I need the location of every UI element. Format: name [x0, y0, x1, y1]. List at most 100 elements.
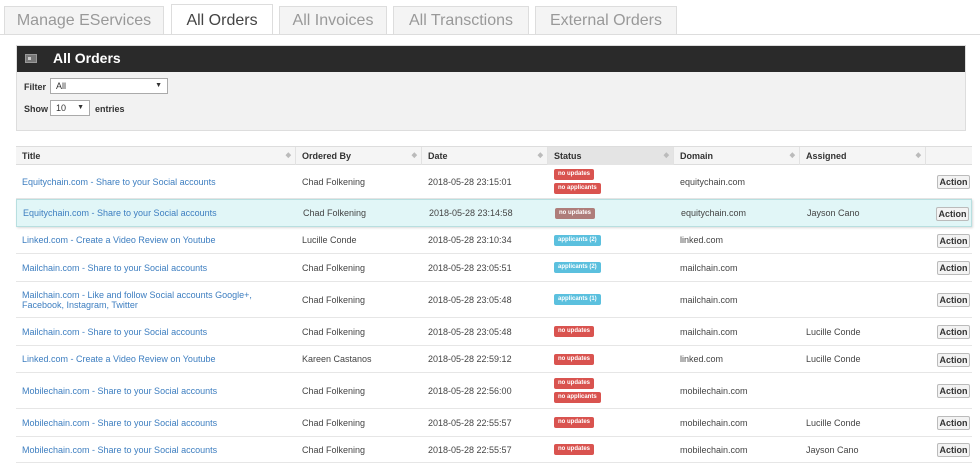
- chevron-down-icon: ▼: [77, 104, 84, 111]
- chevron-down-icon: ▼: [155, 82, 162, 89]
- ordered-by-cell: Chad Folkening: [302, 176, 366, 187]
- date-cell: 2018-05-28 22:59:12: [428, 354, 512, 364]
- sort-icon: ◆: [411, 152, 417, 159]
- order-title-link[interactable]: Linked.com - Create a Video Review on Yo…: [16, 346, 286, 372]
- table-header: Title ◆ Ordered By ◆ Date ◆ Status ◆ Domain ◆…: [16, 146, 972, 165]
- status-badge: no updates: [554, 353, 595, 365]
- entries-select[interactable]: 10 ▼: [50, 100, 90, 116]
- action-button[interactable]: Action: [937, 443, 970, 457]
- column-title-label: Title: [22, 151, 41, 161]
- tab-external-orders[interactable]: External Orders: [535, 6, 677, 34]
- table-row[interactable]: Mobilechain.com - Share to your Social a…: [16, 373, 972, 409]
- status-cell: no updates: [548, 437, 674, 462]
- status-badge: no updates: [555, 207, 596, 219]
- status-badge: no updates: [554, 417, 595, 428]
- domain-cell: equitychain.com: [681, 208, 747, 218]
- status-badges: applicants (2): [554, 262, 601, 273]
- domain-cell: mobilechain.com: [680, 444, 748, 455]
- ordered-by-cell: Chad Folkening: [303, 208, 367, 218]
- ordered-by-cell: Chad Folkening: [302, 262, 366, 273]
- entries-select-value: 10: [56, 103, 67, 113]
- assigned-cell: [800, 373, 926, 408]
- order-title-link[interactable]: Mobilechain.com - Share to your Social a…: [16, 373, 286, 408]
- ordered-by-cell: Chad Folkening: [302, 444, 366, 455]
- status-badges: no updates: [554, 417, 595, 428]
- table-row[interactable]: Mobilechain.com - Share to your Social a…: [16, 409, 972, 437]
- status-cell: no updates: [548, 346, 674, 372]
- table-row[interactable]: Mailchain.com - Like and follow Social a…: [16, 282, 972, 318]
- filter-select-value: All: [56, 81, 67, 91]
- action-button[interactable]: Action: [937, 384, 970, 398]
- status-badge: no updates: [554, 444, 595, 455]
- column-ordered-by[interactable]: Ordered By ◆: [296, 147, 422, 165]
- order-title-link[interactable]: Mailchain.com - Like and follow Social a…: [16, 282, 286, 317]
- action-button[interactable]: Action: [937, 233, 970, 248]
- date-cell: 2018-05-28 23:05:48: [428, 294, 512, 305]
- status-cell: no updates: [548, 409, 674, 436]
- column-status-label: Status: [554, 151, 582, 161]
- orders-panel: All Orders Filter All ▼ Show 10 ▼ entrie…: [16, 45, 966, 131]
- status-badges: no updates: [554, 326, 595, 337]
- action-button[interactable]: Action: [937, 175, 970, 189]
- tab-all-orders[interactable]: All Orders: [171, 4, 273, 35]
- column-domain[interactable]: Domain ◆: [674, 147, 800, 165]
- order-title-link[interactable]: Mailchain.com - Share to your Social acc…: [16, 254, 286, 281]
- assigned-cell: Jayson Cano: [806, 444, 859, 455]
- status-badge: no updates: [554, 326, 595, 337]
- order-title-link[interactable]: Mobilechain.com - Share to your Social a…: [16, 409, 286, 436]
- column-date-label: Date: [428, 151, 448, 161]
- sort-icon: ◆: [789, 152, 795, 159]
- order-title-link[interactable]: Linked.com - Create a Video Review on Yo…: [16, 227, 286, 253]
- ordered-by-cell: Lucille Conde: [302, 235, 357, 245]
- order-title-link[interactable]: Mobilechain.com - Share to your Social a…: [16, 437, 286, 462]
- date-cell: 2018-05-28 22:56:00: [428, 385, 512, 396]
- domain-cell: equitychain.com: [680, 176, 746, 187]
- action-button[interactable]: Action: [937, 325, 970, 339]
- order-title-link[interactable]: Equitychain.com - Share to your Social a…: [17, 200, 287, 226]
- action-button[interactable]: Action: [937, 352, 970, 367]
- status-badges: no updates no applicants: [554, 169, 601, 194]
- column-status[interactable]: Status ◆: [548, 147, 674, 165]
- action-button[interactable]: Action: [937, 261, 970, 275]
- panel-header: All Orders: [17, 46, 965, 72]
- column-title[interactable]: Title ◆: [16, 147, 296, 165]
- table-row[interactable]: Mailchain.com - Share to your Social acc…: [16, 254, 972, 282]
- domain-cell: mobilechain.com: [680, 385, 748, 396]
- ordered-by-cell: Chad Folkening: [302, 294, 366, 305]
- action-button[interactable]: Action: [937, 293, 970, 307]
- status-badges: no updates: [554, 353, 595, 365]
- date-cell: 2018-05-28 23:15:01: [428, 176, 512, 187]
- date-cell: 2018-05-28 22:55:57: [428, 417, 512, 428]
- date-cell: 2018-05-28 23:10:34: [428, 235, 512, 245]
- status-badge: applicants (2): [554, 234, 601, 246]
- date-cell: 2018-05-28 23:05:48: [428, 326, 512, 337]
- table-row[interactable]: Mobilechain.com - Share to your Social a…: [16, 437, 972, 463]
- tab-all-transactions[interactable]: All Transctions: [393, 6, 529, 34]
- column-date[interactable]: Date ◆: [422, 147, 548, 165]
- table-row[interactable]: Equitychain.com - Share to your Social a…: [16, 165, 972, 199]
- table-row[interactable]: Linked.com - Create a Video Review on Yo…: [16, 227, 972, 254]
- tab-divider: [0, 34, 980, 35]
- filter-select[interactable]: All ▼: [50, 78, 168, 94]
- domain-cell: mobilechain.com: [680, 417, 748, 428]
- table-icon: [25, 54, 37, 63]
- table-row[interactable]: Mailchain.com - Share to your Social acc…: [16, 318, 972, 346]
- tab-all-invoices[interactable]: All Invoices: [279, 6, 387, 34]
- order-title-link[interactable]: Mailchain.com - Share to your Social acc…: [16, 318, 286, 345]
- sort-icon: ◆: [537, 152, 543, 159]
- assigned-cell: [800, 282, 926, 317]
- status-cell: no updates: [548, 318, 674, 345]
- action-button[interactable]: Action: [936, 207, 969, 221]
- table-row[interactable]: Equitychain.com - Share to your Social a…: [16, 199, 972, 227]
- status-cell: no updates no applicants: [548, 373, 674, 408]
- status-cell: applicants (2): [548, 254, 674, 281]
- column-assigned[interactable]: Assigned ◆: [800, 147, 926, 165]
- ordered-by-cell: Chad Folkening: [302, 417, 366, 428]
- date-cell: 2018-05-28 22:55:57: [428, 444, 512, 455]
- order-title-link[interactable]: Equitychain.com - Share to your Social a…: [16, 165, 286, 198]
- action-button[interactable]: Action: [937, 416, 970, 430]
- table-row[interactable]: Linked.com - Create a Video Review on Yo…: [16, 346, 972, 373]
- tab-manage-eservices[interactable]: Manage EServices: [4, 6, 164, 34]
- status-cell: no updates no applicants: [548, 165, 674, 198]
- filter-label: Filter: [24, 82, 47, 92]
